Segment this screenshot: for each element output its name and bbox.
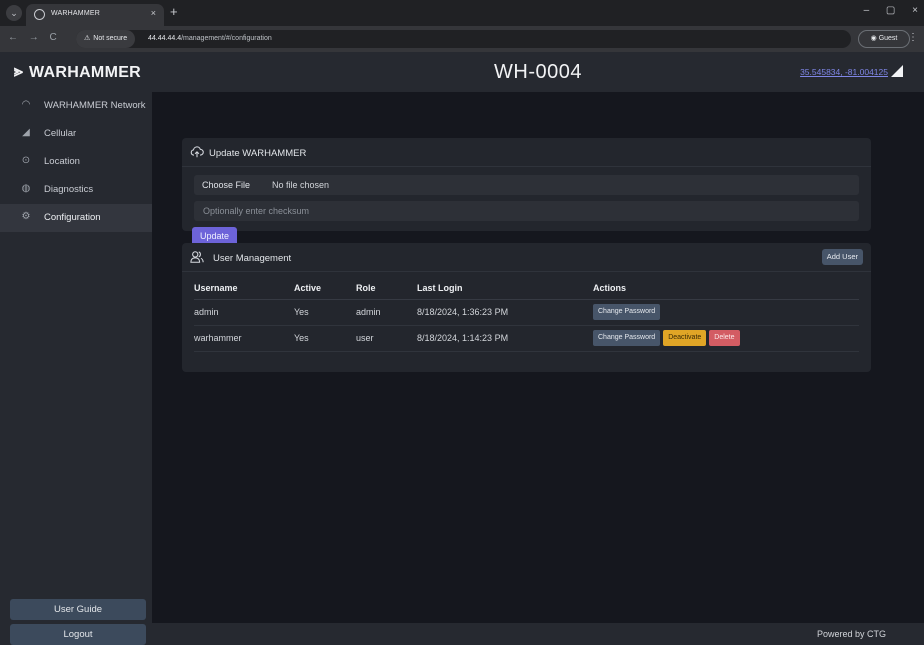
- browser-tab-bar: ⌄ WARHAMMER × + – ▢ ×: [0, 0, 924, 26]
- column-header: Actions: [593, 277, 859, 300]
- url-text: 44.44.44.4/management/#/configuration: [148, 35, 272, 42]
- add-user-button[interactable]: Add User: [821, 249, 863, 265]
- table-row: warhammer Yes user 8/18/2024, 1:14:23 PM…: [194, 325, 859, 352]
- browser-menu-icon[interactable]: ⋮: [908, 32, 918, 43]
- diagnostics-icon: ◍: [21, 183, 31, 194]
- role-cell: admin: [356, 299, 417, 326]
- url-path: /management/#/configuration: [181, 35, 272, 42]
- column-header: Last Login: [417, 277, 593, 300]
- column-header: Username: [194, 277, 294, 300]
- table-row: admin Yes admin 8/18/2024, 1:36:23 PM Ch…: [194, 299, 859, 326]
- url-host: 44.44.44.4: [148, 35, 182, 42]
- tab-close-icon[interactable]: ×: [151, 8, 156, 18]
- window-controls[interactable]: – ▢ ×: [864, 5, 918, 16]
- user-management-card: User Management Add User Username Active…: [182, 243, 871, 372]
- gauge-icon: ◠: [21, 99, 31, 110]
- change-password-button[interactable]: Change Password: [593, 330, 661, 346]
- actions-cell: Change Password Deactivate Delete: [593, 325, 859, 352]
- sidebar-item-network[interactable]: ◠ WARHAMMER Network: [0, 92, 152, 120]
- sidebar-item-label: Diagnostics: [44, 184, 94, 195]
- browser-tab[interactable]: WARHAMMER ×: [26, 4, 164, 26]
- choose-file-button[interactable]: Choose File: [202, 180, 250, 190]
- sidebar-item-configuration[interactable]: ⚙ Configuration: [0, 204, 152, 232]
- brand-logo[interactable]: ⪢ WARHAMMER: [0, 52, 152, 92]
- users-table: Username Active Role Last Login Actions …: [194, 277, 859, 352]
- actions-cell: Change Password: [593, 299, 859, 326]
- footer: Powered by CTG: [152, 623, 924, 645]
- users-icon: [190, 251, 204, 263]
- signal-icon: ◢: [22, 127, 30, 138]
- sidebar-item-label: Location: [44, 156, 80, 167]
- top-header: WH-0004 35.545834, -81.004125: [152, 52, 924, 92]
- tab-title: WARHAMMER: [51, 10, 100, 17]
- logout-button[interactable]: Logout: [10, 624, 146, 645]
- column-header: Role: [356, 277, 417, 300]
- firmware-file-input[interactable]: Choose File No file chosen: [194, 175, 859, 195]
- table-header-row: Username Active Role Last Login Actions: [194, 277, 859, 300]
- update-card-header: Update WARHAMMER: [182, 138, 871, 167]
- back-forward-reload-icons[interactable]: ← → C: [8, 32, 57, 43]
- file-status: No file chosen: [272, 180, 330, 190]
- role-cell: user: [356, 325, 417, 352]
- last-login-cell: 8/18/2024, 1:14:23 PM: [417, 325, 593, 352]
- deactivate-button[interactable]: Deactivate: [663, 330, 707, 346]
- user-guide-button[interactable]: User Guide: [10, 599, 146, 620]
- sidebar-item-label: Configuration: [44, 212, 101, 223]
- tab-favicon-icon: [34, 9, 45, 20]
- username-cell: admin: [194, 299, 294, 326]
- sidebar-item-location[interactable]: ⊙ Location: [0, 148, 152, 176]
- address-bar-row: ← → C ⚠ Not secure 44.44.44.4/management/…: [0, 26, 924, 52]
- update-card-title: Update WARHAMMER: [209, 148, 307, 159]
- user-management-title: User Management: [213, 253, 292, 264]
- active-cell: Yes: [294, 325, 356, 352]
- change-password-button[interactable]: Change Password: [593, 304, 661, 320]
- brand-name: WARHAMMER: [29, 64, 142, 81]
- omnibox[interactable]: ⚠ Not secure 44.44.44.4/management/#/conf…: [76, 30, 851, 48]
- sidebar-item-cellular[interactable]: ◢ Cellular: [0, 120, 152, 148]
- tab-search-chevron-icon[interactable]: ⌄: [6, 5, 22, 21]
- gear-icon: ⚙: [21, 211, 31, 222]
- profile-icon: ◉: [870, 35, 879, 42]
- sidebar-item-diagnostics[interactable]: ◍ Diagnostics: [0, 176, 152, 204]
- sidebar: ⪢ WARHAMMER ◠ WARHAMMER Network ◢ Cellul…: [0, 52, 152, 645]
- guest-profile-button[interactable]: ◉ Guest: [858, 30, 910, 48]
- column-header: Active: [294, 277, 356, 300]
- coordinates-link[interactable]: 35.545834, -81.004125: [800, 67, 888, 77]
- app-root: ⪢ WARHAMMER ◠ WARHAMMER Network ◢ Cellul…: [0, 52, 924, 645]
- powered-by-text: Powered by CTG: [816, 629, 886, 639]
- main-content: Update WARHAMMER Choose File No file cho…: [152, 92, 924, 623]
- checksum-input[interactable]: [194, 201, 859, 221]
- delete-button[interactable]: Delete: [709, 330, 740, 346]
- active-cell: Yes: [294, 299, 356, 326]
- username-cell: warhammer: [194, 325, 294, 352]
- profile-label: Guest: [878, 35, 898, 42]
- sidebar-nav: ◠ WARHAMMER Network ◢ Cellular ⊙ Locatio…: [0, 92, 152, 232]
- new-tab-button[interactable]: +: [170, 4, 178, 19]
- location-pin-icon: ⊙: [21, 155, 31, 166]
- not-secure-badge[interactable]: ⚠ Not secure: [76, 30, 136, 48]
- not-secure-label: Not secure: [93, 35, 128, 42]
- last-login-cell: 8/18/2024, 1:36:23 PM: [417, 299, 593, 326]
- user-management-header: User Management Add User: [182, 243, 871, 272]
- cloud-upload-icon: [190, 146, 204, 158]
- warning-triangle-icon: ⚠: [84, 35, 91, 42]
- update-card: Update WARHAMMER Choose File No file cho…: [182, 138, 871, 246]
- sidebar-item-label: Cellular: [44, 128, 77, 139]
- brand-arrow-icon: ⪢: [14, 63, 24, 80]
- sidebar-item-label: WARHAMMER Network: [44, 100, 146, 111]
- signal-strength-icon: [891, 65, 903, 77]
